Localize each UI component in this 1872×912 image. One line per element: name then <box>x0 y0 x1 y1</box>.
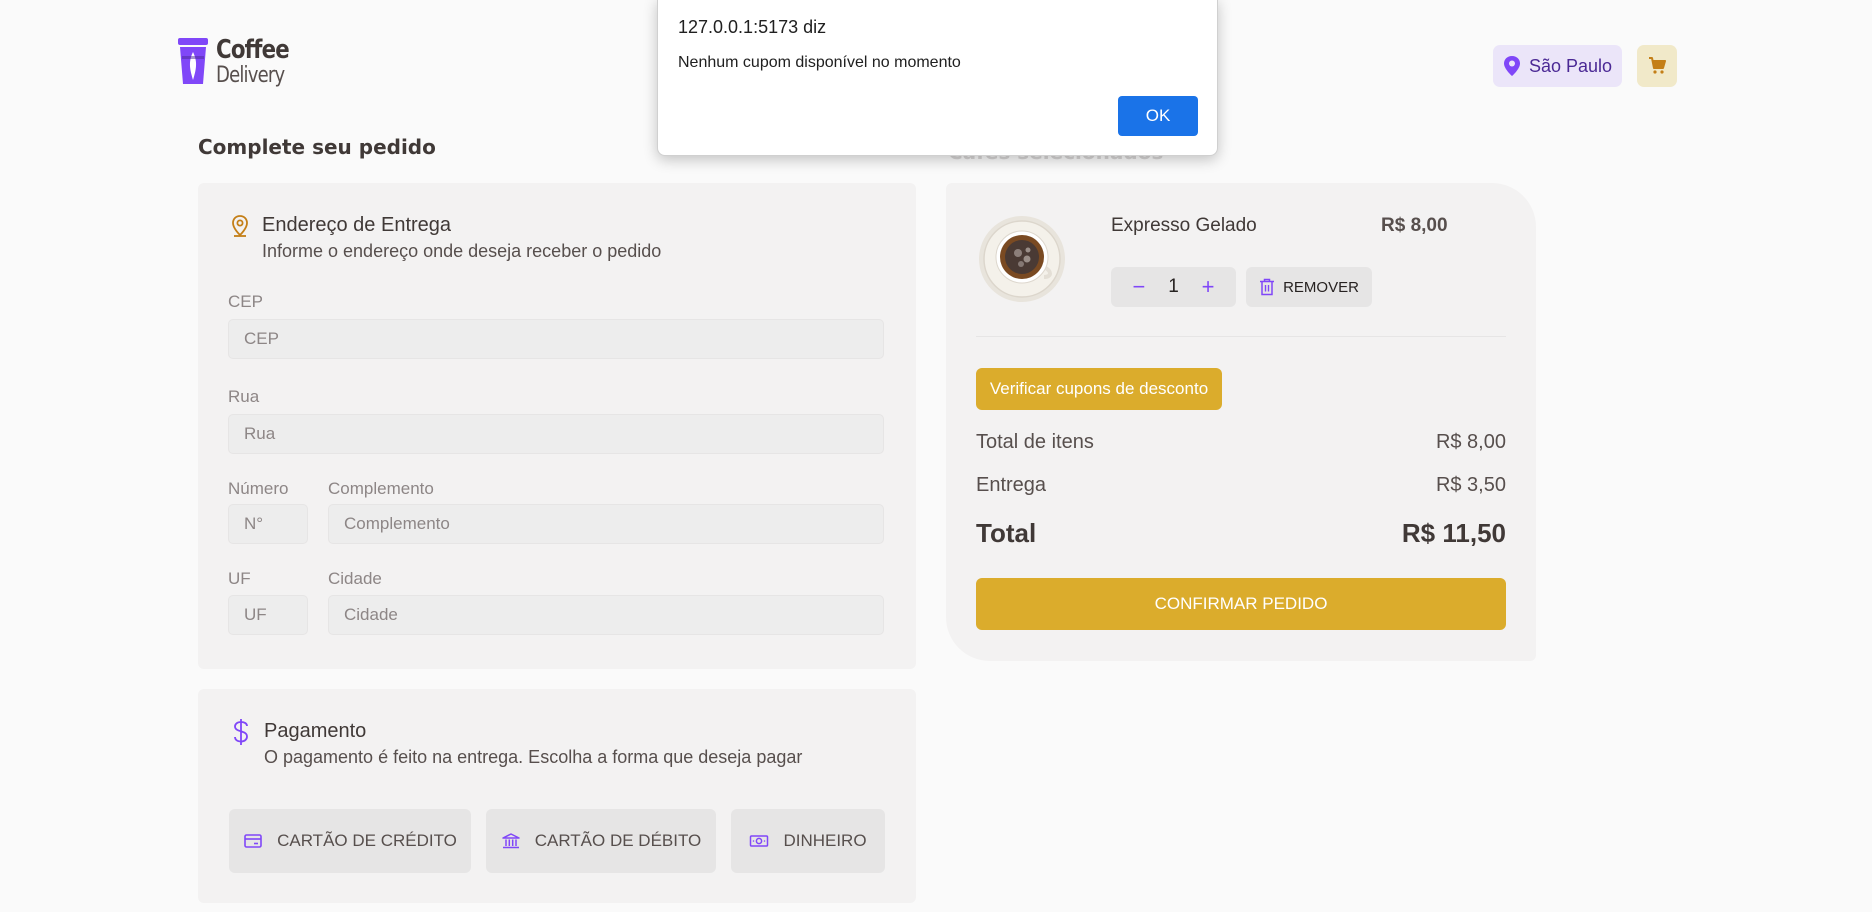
complemento-label: Complemento <box>328 479 434 498</box>
cidade-input[interactable] <box>328 595 884 635</box>
payment-subtitle: O pagamento é feito na entrega. Escolha … <box>264 747 803 767</box>
alert-title: 127.0.0.1:5173 diz <box>678 17 827 37</box>
location-label: São Paulo <box>1528 55 1613 76</box>
total-label: Total <box>976 518 1037 548</box>
check-coupons-button[interactable]: Verificar cupons de desconto <box>976 368 1222 410</box>
payment-card: Pagamento O pagamento é feito na entrega… <box>198 689 916 903</box>
trash-icon <box>1260 278 1275 296</box>
logo-line2: Delivery <box>216 63 285 88</box>
payment-cash-button[interactable]: DINHEIRO <box>731 809 885 873</box>
alert-ok-button[interactable]: OK <box>1118 96 1198 136</box>
map-pin-icon <box>1503 56 1520 76</box>
shopping-cart-icon <box>1649 57 1666 74</box>
logo-text: Coffee Delivery <box>216 37 305 87</box>
complemento-input[interactable] <box>328 504 884 544</box>
summary-total-row: Total R$ 11,50 <box>976 518 1506 549</box>
payment-title: Pagamento <box>264 720 367 742</box>
confirm-order-button[interactable]: CONFIRMAR PEDIDO <box>976 578 1506 630</box>
address-card: Endereço de Entrega Informe o endereço o… <box>198 183 916 669</box>
numero-input[interactable] <box>228 504 308 544</box>
quantity-value: 1 <box>1168 276 1179 297</box>
address-header: Endereço de Entrega Informe o endereço o… <box>230 214 661 262</box>
minus-icon[interactable]: − <box>1132 276 1145 298</box>
summary-delivery-row: Entrega R$ 3,50 <box>976 474 1506 497</box>
address-subtitle: Informe o endereço onde deseja receber o… <box>262 241 662 261</box>
alert-message: Nenhum cupom disponível no momento <box>678 54 961 71</box>
coffee-image <box>979 216 1065 302</box>
payment-cash-label: DINHEIRO <box>783 831 867 850</box>
logo-line1: Coffee <box>216 35 290 65</box>
remove-item-button[interactable]: REMOVER <box>1246 267 1372 307</box>
cart-summary-card: Expresso Gelado R$ 8,00 − 1 + REMOVER Ve… <box>946 183 1536 661</box>
address-title: Endereço de Entrega <box>262 214 452 236</box>
rua-input[interactable] <box>228 414 884 454</box>
payment-debit-label: CARTÃO DE DÉBITO <box>534 831 702 850</box>
cart-item-name: Expresso Gelado <box>1111 215 1257 236</box>
map-pin-outline-icon <box>232 215 248 237</box>
payment-credit-button[interactable]: CARTÃO DE CRÉDITO <box>229 809 471 873</box>
money-icon <box>750 835 769 847</box>
credit-card-icon <box>244 834 262 848</box>
alert-dialog: 127.0.0.1:5173 diz Nenhum cupom disponív… <box>657 0 1218 156</box>
quantity-stepper: − 1 + <box>1111 267 1236 307</box>
plus-icon[interactable]: + <box>1202 276 1215 298</box>
cep-input[interactable] <box>228 319 884 359</box>
payment-credit-label: CARTÃO DE CRÉDITO <box>277 831 457 850</box>
uf-input[interactable] <box>228 595 308 635</box>
rua-label: Rua <box>228 387 260 406</box>
cep-label: CEP <box>228 292 263 311</box>
payment-header: Pagamento O pagamento é feito na entrega… <box>230 719 803 768</box>
divider <box>976 336 1506 337</box>
cart-item-price: R$ 8,00 <box>1381 215 1448 236</box>
delivery-value: R$ 3,50 <box>1435 474 1506 496</box>
summary-items-row: Total de itens R$ 8,00 <box>976 431 1506 454</box>
total-value: R$ 11,50 <box>1401 518 1506 548</box>
logo[interactable]: Coffee Delivery <box>176 36 305 88</box>
bank-icon <box>501 833 520 849</box>
delivery-label: Entrega <box>976 474 1047 496</box>
uf-label: UF <box>228 569 251 588</box>
location-badge[interactable]: São Paulo <box>1493 45 1622 87</box>
coffee-cup-logo-icon <box>178 38 208 84</box>
dollar-icon <box>234 719 248 745</box>
items-total-label: Total de itens <box>976 431 1094 453</box>
payment-debit-button[interactable]: CARTÃO DE DÉBITO <box>486 809 716 873</box>
remove-label: REMOVER <box>1283 278 1359 296</box>
numero-label: Número <box>228 479 289 498</box>
cart-button[interactable] <box>1637 45 1677 87</box>
checkout-page: Coffee Delivery São Paulo Complete seu p… <box>0 0 1872 912</box>
items-total-value: R$ 8,00 <box>1435 431 1506 453</box>
cidade-label: Cidade <box>328 569 382 588</box>
page-title: Complete seu pedido <box>198 135 436 159</box>
